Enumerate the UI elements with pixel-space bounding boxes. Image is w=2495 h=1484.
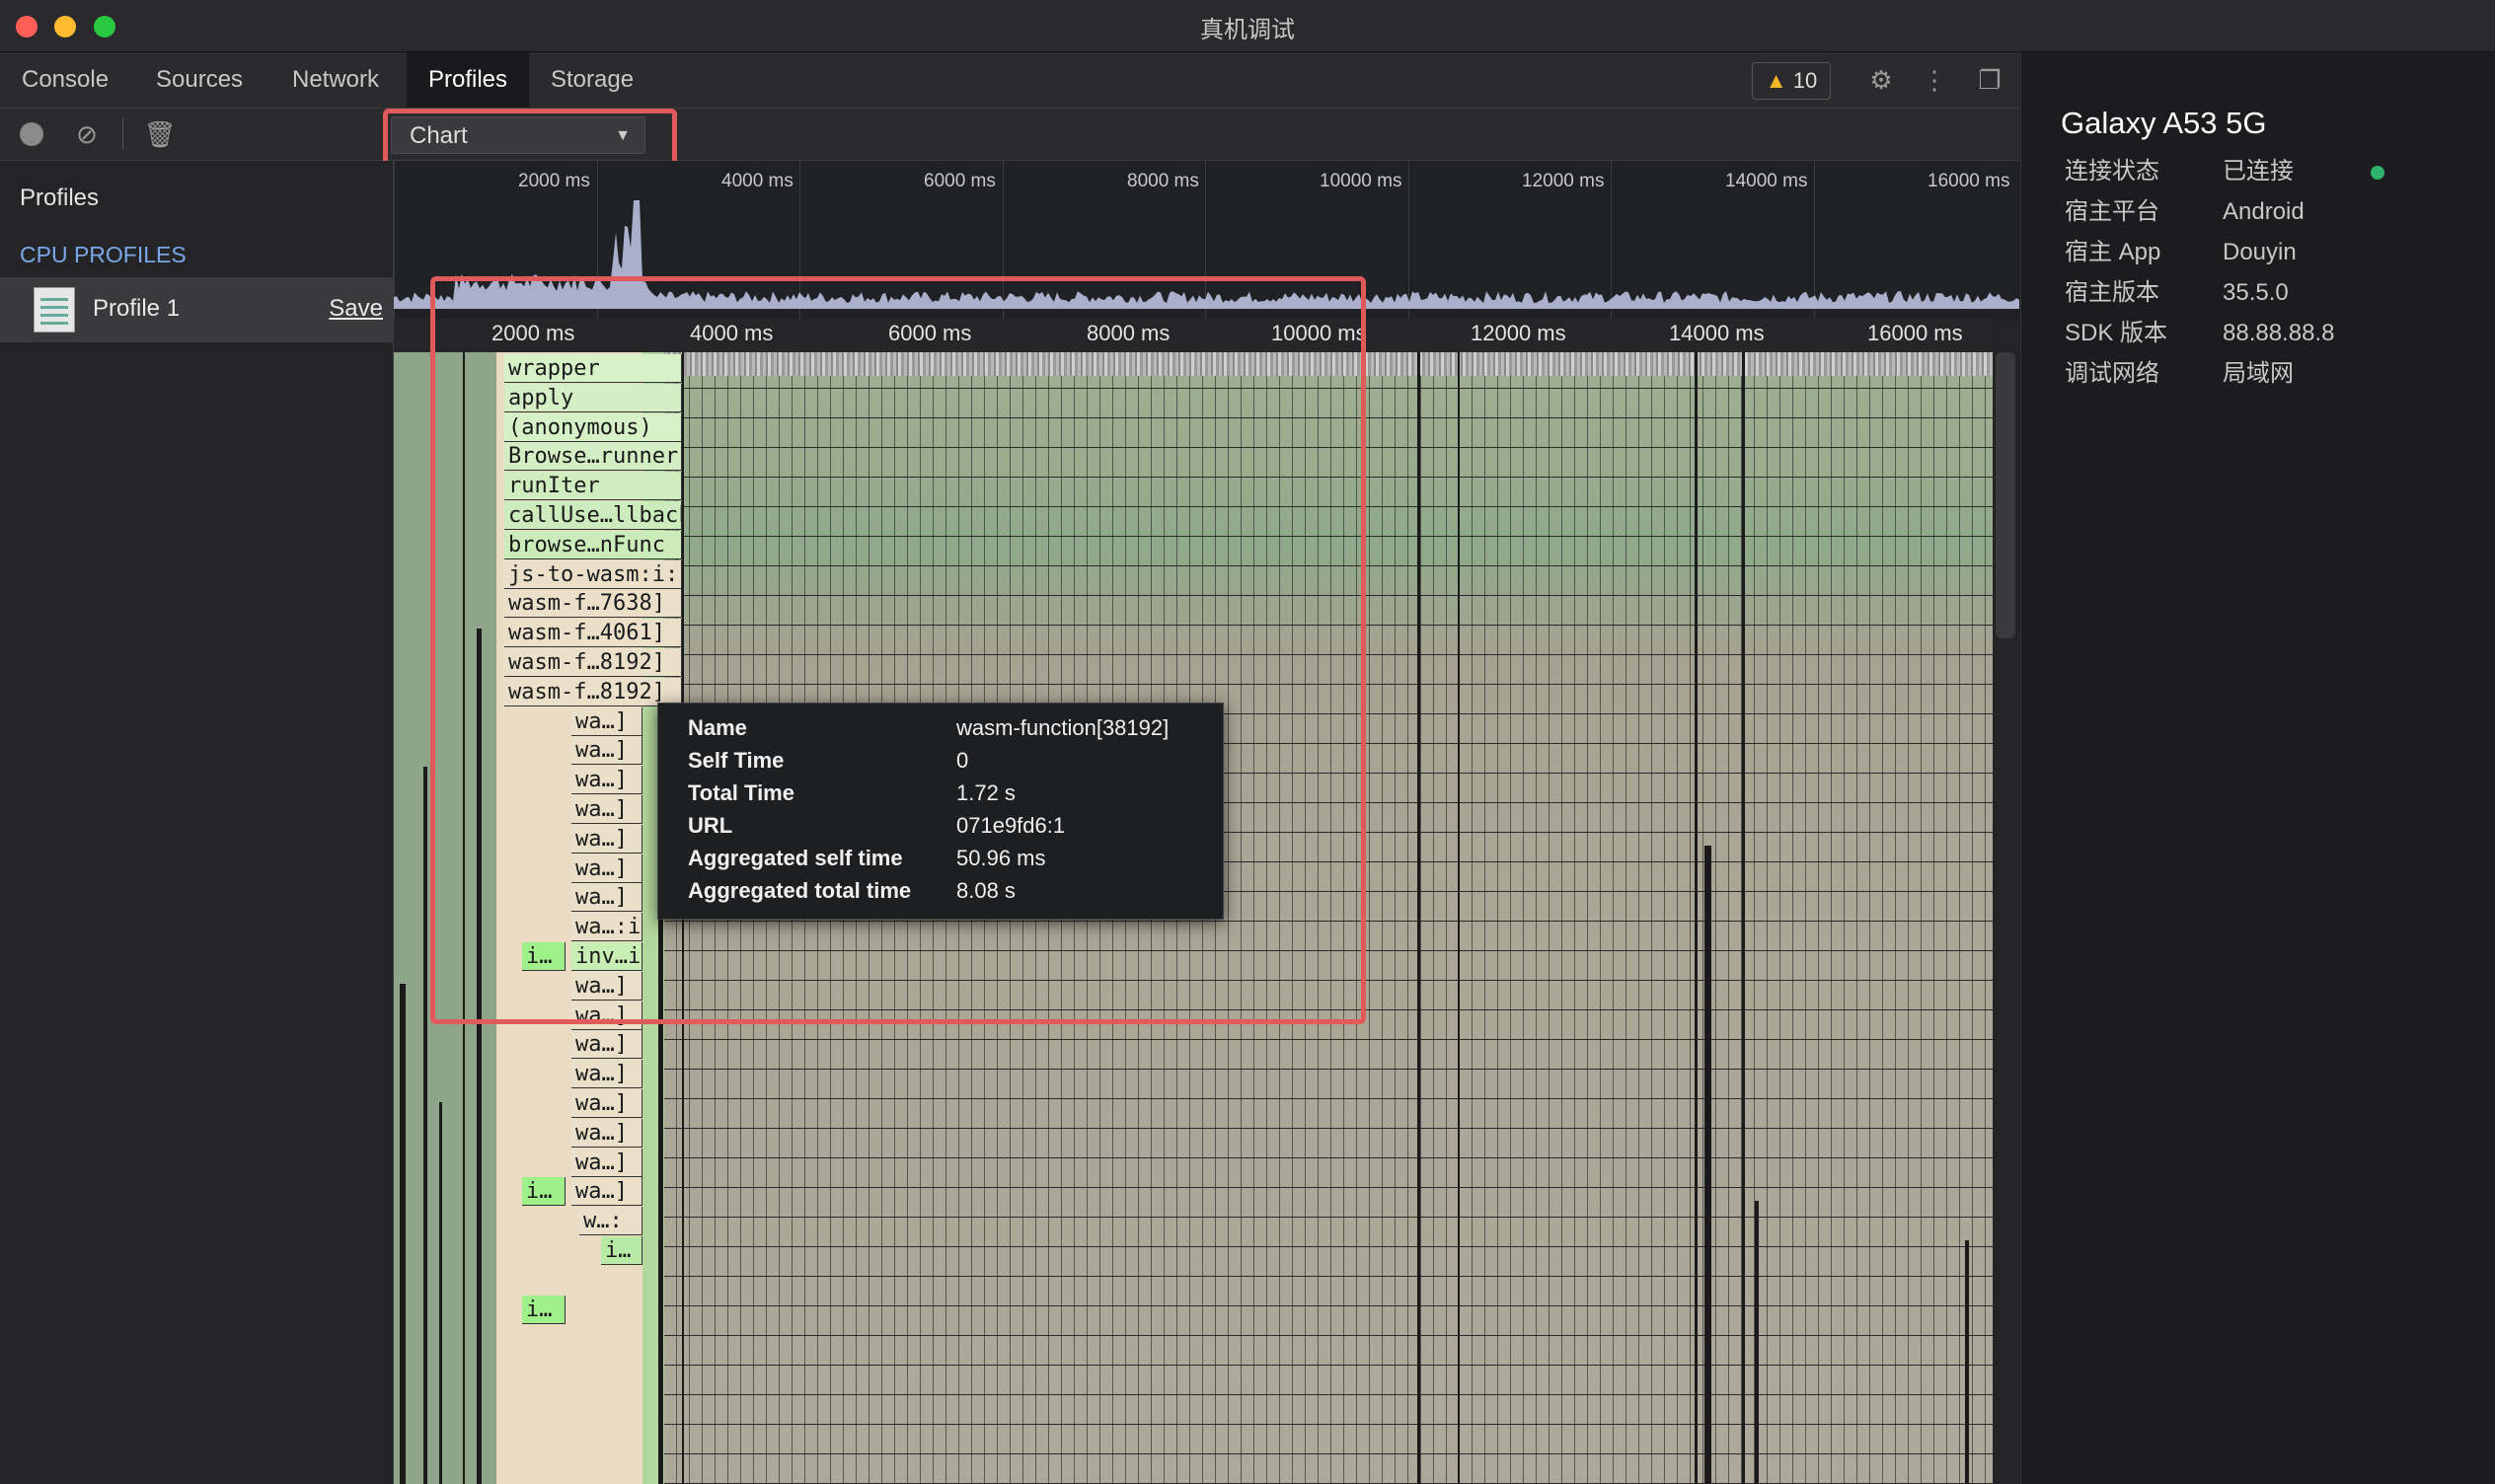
- flame-frame[interactable]: i…: [601, 1236, 643, 1265]
- flame-frame[interactable]: i…: [522, 1177, 566, 1207]
- flame-scrollbar-thumb[interactable]: [1996, 352, 2015, 638]
- frame-details-tooltip: Name wasm-function[38192] Self Time 0 To…: [657, 703, 1224, 920]
- profiles-sidebar: Profiles CPU PROFILES Profile 1 Save: [0, 161, 394, 1484]
- sidebar-title: Profiles: [20, 185, 100, 211]
- save-profile-link[interactable]: Save: [329, 295, 383, 323]
- profile-file-icon: [34, 287, 75, 333]
- dock-side-icon[interactable]: ❐: [1972, 62, 2007, 98]
- warning-counter[interactable]: ▲ 10: [1752, 62, 1831, 100]
- device-info-panel: Galaxy A53 5G 连接状态 已连接 宿主平台 Android 宿主 A…: [2020, 52, 2495, 1484]
- ruler-tick: 12000 ms: [1471, 321, 1566, 345]
- title-bar: 真机调试: [0, 0, 2495, 52]
- toolbar-divider: [122, 118, 123, 150]
- ruler-tick: 16000 ms: [1867, 321, 1963, 345]
- profile-list-item[interactable]: Profile 1 Save: [0, 277, 393, 342]
- flame-frame[interactable]: w…:: [579, 1207, 643, 1236]
- flame-frame[interactable]: wa…]: [571, 1118, 643, 1148]
- cpu-profiles-heading: CPU PROFILES: [20, 242, 187, 267]
- warning-icon: ▲: [1765, 68, 1787, 93]
- flame-frame[interactable]: i…: [522, 1295, 566, 1324]
- device-name: Galaxy A53 5G: [2061, 106, 2267, 140]
- flame-frame[interactable]: wa…]: [571, 1177, 643, 1207]
- record-button[interactable]: [20, 122, 43, 146]
- flame-frame[interactable]: wa…]: [571, 1060, 643, 1089]
- more-options-icon[interactable]: ⋮: [1917, 62, 1952, 98]
- tab-console[interactable]: Console: [0, 52, 130, 108]
- flame-frame[interactable]: wa…]: [571, 1089, 643, 1118]
- tab-storage[interactable]: Storage: [529, 52, 655, 108]
- window-title: 真机调试: [1200, 17, 1295, 43]
- tab-profiles[interactable]: Profiles: [407, 52, 530, 108]
- connected-status-dot: [2371, 166, 2384, 180]
- tab-network[interactable]: Network: [270, 52, 401, 108]
- tab-sources[interactable]: Sources: [134, 52, 265, 108]
- ruler-tick: 14000 ms: [1669, 321, 1765, 345]
- panel-tab-bar: Console Sources Network Profiles Storage…: [0, 52, 2019, 109]
- settings-gear-icon[interactable]: ⚙: [1863, 62, 1899, 98]
- devtools-window: 真机调试 Console Sources Network Profiles St…: [0, 0, 2495, 1484]
- warning-count: 10: [1792, 68, 1818, 93]
- profile-name: Profile 1: [93, 295, 181, 322]
- flame-frame[interactable]: wa…]: [571, 1030, 643, 1060]
- profiler-toolbar: [0, 109, 2019, 161]
- trash-icon[interactable]: 🗑: [142, 116, 178, 152]
- flame-frame[interactable]: wa…]: [571, 1148, 643, 1177]
- clear-icon[interactable]: ⊘: [69, 116, 105, 152]
